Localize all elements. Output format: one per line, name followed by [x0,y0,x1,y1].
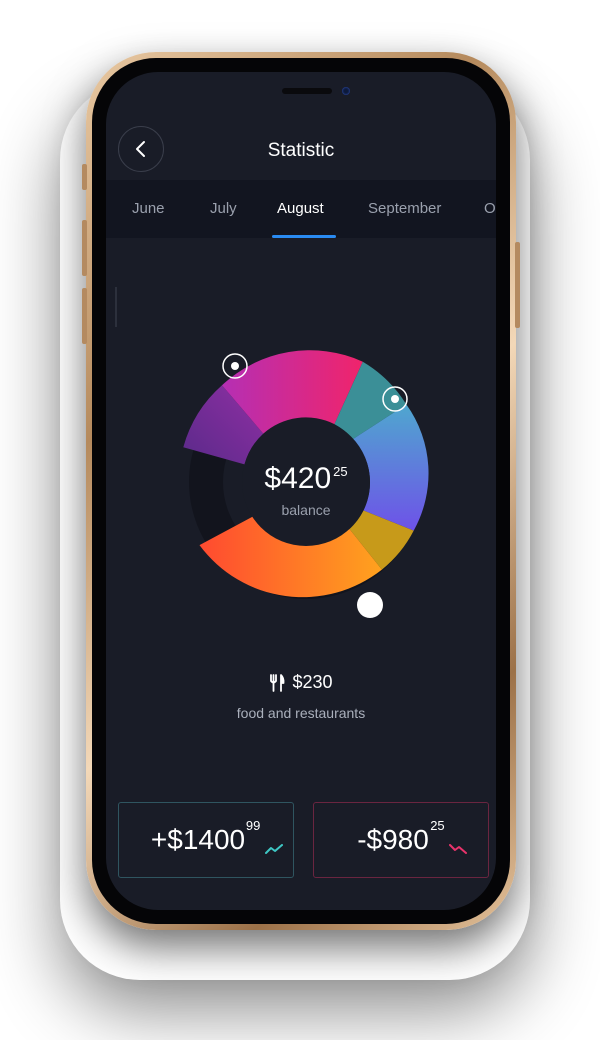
active-tab-indicator [272,235,336,238]
category-amount: $230 [292,672,333,692]
volume-up-button [82,220,87,276]
mute-switch [82,164,87,190]
balance-label: balance [281,502,331,518]
balance-cents: 25 [333,464,348,479]
expense-card[interactable]: -$980 25 [313,802,489,878]
income-cents: 99 [245,818,261,833]
tab-july[interactable]: July [210,200,237,217]
tab-june[interactable]: June [132,200,165,217]
trend-up-icon [265,844,284,854]
fork-knife-icon [270,673,285,692]
expense-amount: -$980 25 [357,818,467,856]
income-card[interactable]: +$1400 99 [118,802,294,878]
tab-september[interactable]: September [368,200,441,217]
page-title: Statistic [267,140,335,161]
month-tabs: June July August September October [106,180,496,238]
app-screen: Statistic June July August September Oct… [106,72,496,910]
category-label: food and restaurants [236,704,366,721]
expense-dollars: -$980 [357,824,429,855]
selected-category: $230 food and restaurants [106,672,496,721]
phone-bezel: Statistic June July August September Oct… [92,58,510,924]
balance-dollars: $420 [264,462,332,495]
balance-amount: $420 25 [206,462,406,496]
income-dollars: +$1400 [150,824,246,855]
tab-october[interactable]: October [484,200,496,217]
marker-purple[interactable] [222,353,248,379]
volume-down-button [82,288,87,344]
expense-cents: 25 [430,818,445,833]
donut-slider-handle[interactable] [357,592,383,618]
balance-summary: $420 25 balance [206,462,406,518]
income-amount: +$1400 99 [150,818,284,856]
scroll-edge-indicator [115,287,117,327]
power-button [515,242,520,328]
trend-down-icon [448,844,467,854]
tab-august[interactable]: August [277,200,324,217]
phone-frame: Statistic June July August September Oct… [82,52,520,930]
earpiece-speaker [282,88,332,94]
front-camera [342,87,350,95]
category-amount-row: $230 [269,672,333,693]
